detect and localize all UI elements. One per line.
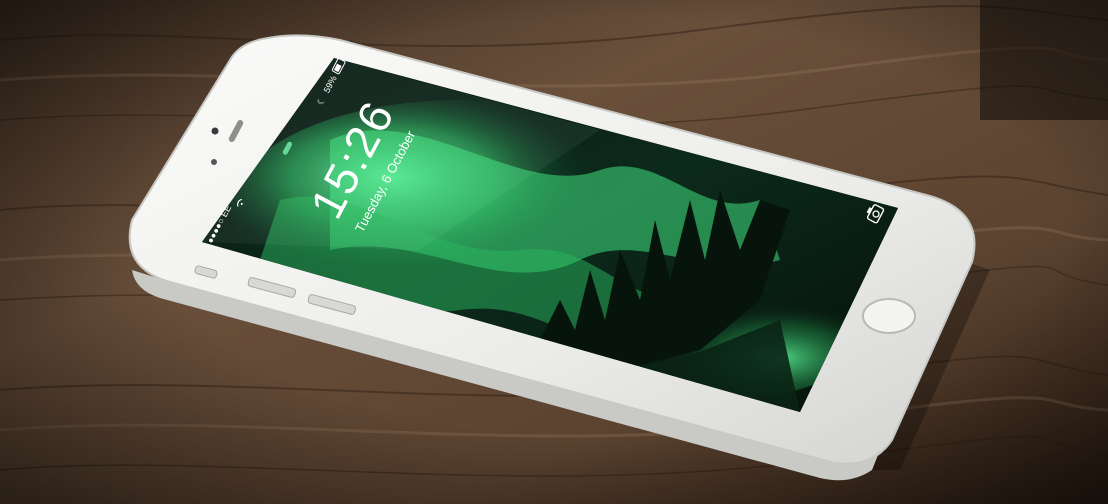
front-camera	[211, 127, 219, 135]
photo-scene: 15:26 Tuesday, 6 October ●●●●○ EE ☾ 59%	[0, 0, 1108, 504]
photo-canvas: 15:26 Tuesday, 6 October ●●●●○ EE ☾ 59%	[0, 0, 1108, 504]
proximity-sensor	[211, 159, 217, 165]
home-button[interactable]	[862, 298, 916, 334]
